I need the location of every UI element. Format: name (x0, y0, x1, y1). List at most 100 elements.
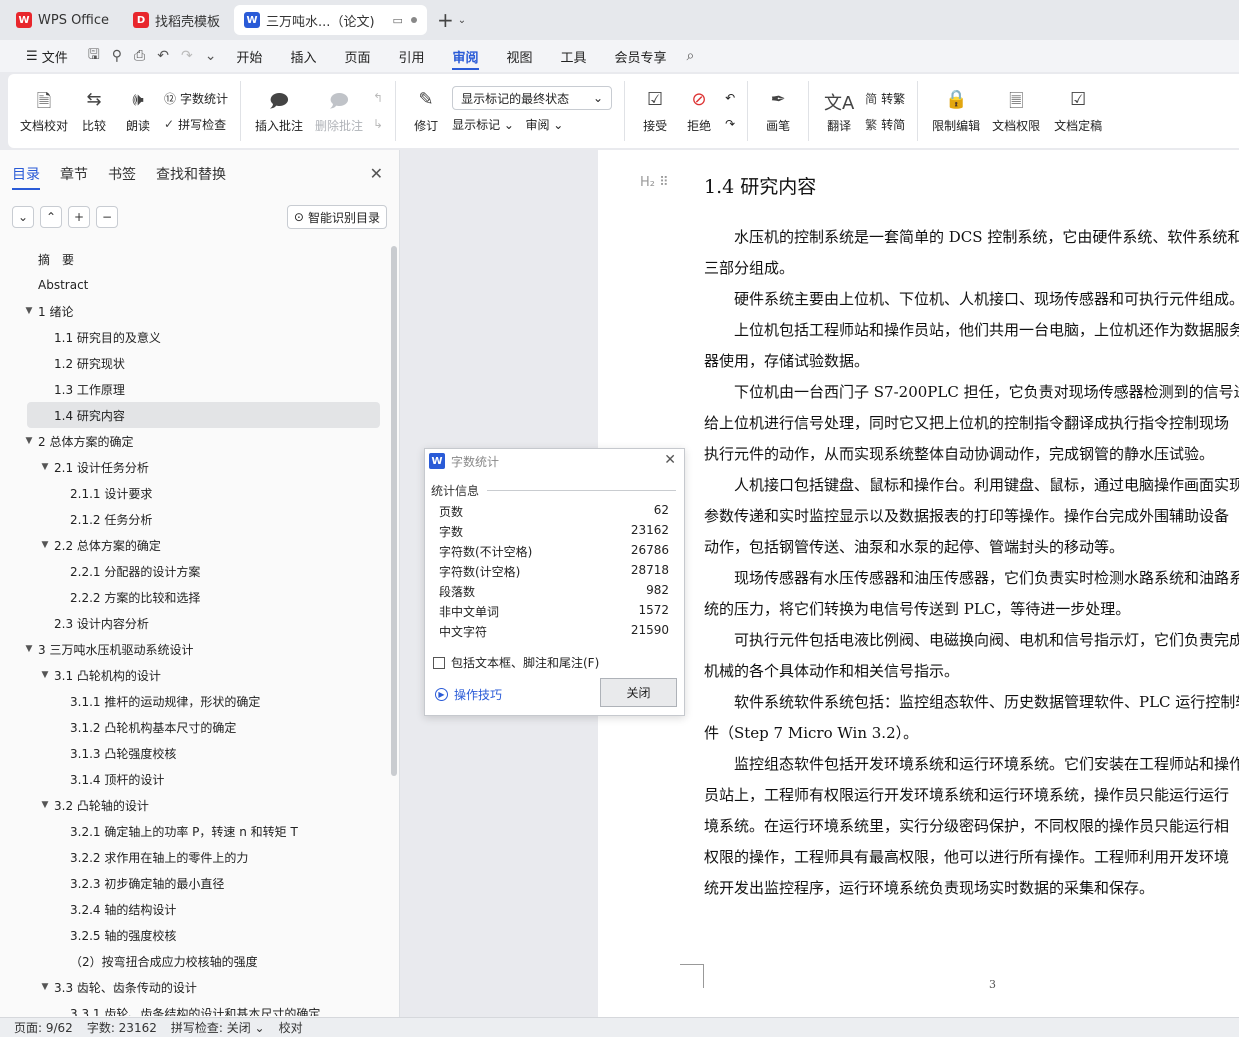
collapse-button[interactable]: ⌄ (12, 206, 34, 228)
monitor-icon[interactable]: ▭ (393, 14, 403, 27)
word-count-button[interactable]: ⑫ 字数统计 (160, 85, 232, 111)
toc-item[interactable]: 2.1.1 设计要求 (0, 480, 392, 506)
doc-permission-button[interactable]: 🗏 文档权限 (986, 83, 1046, 139)
save-icon[interactable]: 🖫 (82, 44, 106, 68)
redo-icon[interactable]: ↷ (175, 48, 199, 64)
print-preview-icon[interactable]: ⎙ (128, 48, 151, 64)
unsaved-dot-icon[interactable] (410, 17, 417, 23)
tab-wps-office[interactable]: W WPS Office (6, 5, 119, 35)
menu-insert[interactable]: 插入 (276, 40, 330, 72)
accept-button[interactable]: ☑ 接受 (633, 83, 677, 139)
add-heading-button[interactable]: + (68, 206, 90, 228)
chevron-down-icon[interactable]: ▼ (22, 306, 36, 316)
share-icon[interactable]: ⚲ (106, 48, 128, 64)
menu-page[interactable]: 页面 (330, 40, 384, 72)
show-markup-button[interactable]: 显示标记 ⌄ (452, 116, 514, 133)
status-page[interactable]: 页面: 9/62 (14, 1019, 73, 1036)
markup-select[interactable]: 显示标记的最终状态 ⌄ (452, 86, 613, 110)
restrict-edit-button[interactable]: 🔒 限制编辑 (926, 83, 986, 139)
prev-change-button[interactable]: ↶ (721, 85, 739, 111)
toc-item[interactable]: ▼ 2.2 总体方案的确定 (0, 532, 392, 558)
nav-tab-bookmark[interactable]: 书签 (108, 164, 136, 184)
to-simplified-button[interactable]: 繁转简 (861, 111, 909, 137)
insert-comment-button[interactable]: 🗩 插入批注 (249, 83, 309, 139)
toc-item[interactable]: 3.3.1 齿轮、齿条结构的设计和基本尺寸的确定 (0, 1000, 392, 1017)
spell-check-button[interactable]: ✓ 拼写检查 (160, 111, 232, 137)
chevron-down-icon[interactable]: ⌄ (199, 48, 223, 64)
close-icon[interactable]: ✕ (664, 452, 676, 468)
toc-item[interactable]: 3.1.4 顶杆的设计 (0, 766, 392, 792)
to-traditional-button[interactable]: 简转繁 (861, 85, 909, 111)
chevron-down-icon[interactable]: ▼ (38, 800, 52, 810)
undo-icon[interactable]: ↶ (151, 48, 175, 64)
toc-item[interactable]: 3.2.5 轴的强度校核 (0, 922, 392, 948)
menu-review[interactable]: 审阅 (438, 40, 492, 72)
file-menu[interactable]: ☰ 文件 (12, 40, 82, 72)
toc-item[interactable]: ▼ 3 三万吨水压机驱动系统设计 (0, 636, 392, 662)
toc-item[interactable]: 3.2.1 确定轴上的功率 P，转速 n 和转矩 T (0, 818, 392, 844)
toc-item[interactable]: （2）按弯扭合成应力校核轴的强度 (0, 948, 392, 974)
next-change-button[interactable]: ↷ (721, 111, 739, 137)
reject-button[interactable]: ⊘ 拒绝 (677, 83, 721, 139)
menu-tools[interactable]: 工具 (547, 40, 601, 72)
tips-link[interactable]: ▶ 操作技巧 (435, 686, 502, 703)
remove-heading-button[interactable]: − (96, 206, 118, 228)
toc-item[interactable]: 2.2.1 分配器的设计方案 (0, 558, 392, 584)
prev-comment-button[interactable]: ↰ (369, 85, 387, 111)
chevron-down-icon[interactable]: ⌄ (458, 15, 466, 26)
status-spell[interactable]: 拼写检查: 关闭 ⌄ (171, 1019, 265, 1036)
chevron-down-icon[interactable]: ▼ (38, 982, 52, 992)
search-icon[interactable]: ⌕ (681, 48, 701, 64)
toc-item[interactable]: ▼ 2.1 设计任务分析 (0, 454, 392, 480)
compare-button[interactable]: ⇆ 比较 (72, 83, 116, 139)
next-comment-button[interactable]: ↳ (369, 111, 387, 137)
heading-level-marker[interactable]: H₂ ⠿ (640, 175, 669, 190)
status-words[interactable]: 字数: 23162 (87, 1019, 157, 1036)
toc-item[interactable]: ▼ 2 总体方案的确定 (0, 428, 392, 454)
menu-start[interactable]: 开始 (222, 40, 276, 72)
chevron-down-icon[interactable]: ▼ (22, 436, 36, 446)
proofread-button[interactable]: 🗎 文档校对 (16, 83, 72, 139)
expand-button[interactable]: ⌃ (40, 206, 62, 228)
toc-item[interactable]: 3.1.2 凸轮机构基本尺寸的确定 (0, 714, 392, 740)
chevron-down-icon[interactable]: ▼ (22, 644, 36, 654)
toc-item[interactable]: 1.2 研究现状 (0, 350, 392, 376)
pen-button[interactable]: ✒ 画笔 (756, 83, 800, 139)
toc-item[interactable]: ▼ 3.3 齿轮、齿条传动的设计 (0, 974, 392, 1000)
toc-item[interactable]: ▼ 3.1 凸轮机构的设计 (0, 662, 392, 688)
toc-item[interactable]: 2.1.2 任务分析 (0, 506, 392, 532)
translate-button[interactable]: 文A 翻译 (817, 83, 861, 139)
toc-item[interactable]: ▼ 1 绪论 (0, 298, 392, 324)
delete-comment-button[interactable]: 🗩 删除批注 (309, 83, 369, 139)
menu-view[interactable]: 视图 (493, 40, 547, 72)
toc-item[interactable]: 1.4 研究内容 (27, 402, 380, 428)
toc-item[interactable]: 2.2.2 方案的比较和选择 (0, 584, 392, 610)
toc-item[interactable]: Abstract (0, 272, 392, 298)
toc-item[interactable]: 3.2.2 求作用在轴上的零件上的力 (0, 844, 392, 870)
ai-toc-button[interactable]: ⊙ 智能识别目录 (286, 205, 387, 229)
nav-tab-chapter[interactable]: 章节 (60, 164, 88, 184)
read-aloud-button[interactable]: 🕪 朗读 (116, 83, 160, 139)
tab-template[interactable]: D 找稻壳模板 (123, 5, 230, 35)
tab-document[interactable]: W 三万吨水...（论文) ▭ (234, 5, 427, 35)
toc-scrollbar[interactable] (391, 246, 397, 776)
review-pane-button[interactable]: 审阅 ⌄ (525, 116, 563, 133)
chevron-down-icon[interactable]: ▼ (38, 462, 52, 472)
toc-item[interactable]: 1.3 工作原理 (0, 376, 392, 402)
chevron-down-icon[interactable]: ▼ (38, 670, 52, 680)
toc-item[interactable]: 3.1.3 凸轮强度校核 (0, 740, 392, 766)
nav-tab-toc[interactable]: 目录 (12, 164, 40, 190)
nav-tab-find-replace[interactable]: 查找和替换 (156, 164, 226, 184)
toc-item[interactable]: 2.3 设计内容分析 (0, 610, 392, 636)
status-proof[interactable]: 校对 (279, 1019, 303, 1036)
new-tab-icon[interactable]: + (437, 8, 454, 32)
menu-member[interactable]: 会员专享 (601, 40, 681, 72)
chevron-down-icon[interactable]: ▼ (38, 540, 52, 550)
toc-item[interactable]: 1.1 研究目的及意义 (0, 324, 392, 350)
menu-reference[interactable]: 引用 (384, 40, 438, 72)
close-icon[interactable]: ✕ (370, 164, 383, 183)
toc-item[interactable]: 摘 要 (0, 246, 392, 272)
toc-item[interactable]: 3.2.4 轴的结构设计 (0, 896, 392, 922)
toc-item[interactable]: 3.2.3 初步确定轴的最小直径 (0, 870, 392, 896)
doc-finalize-button[interactable]: ☑ 文档定稿 (1046, 83, 1110, 139)
